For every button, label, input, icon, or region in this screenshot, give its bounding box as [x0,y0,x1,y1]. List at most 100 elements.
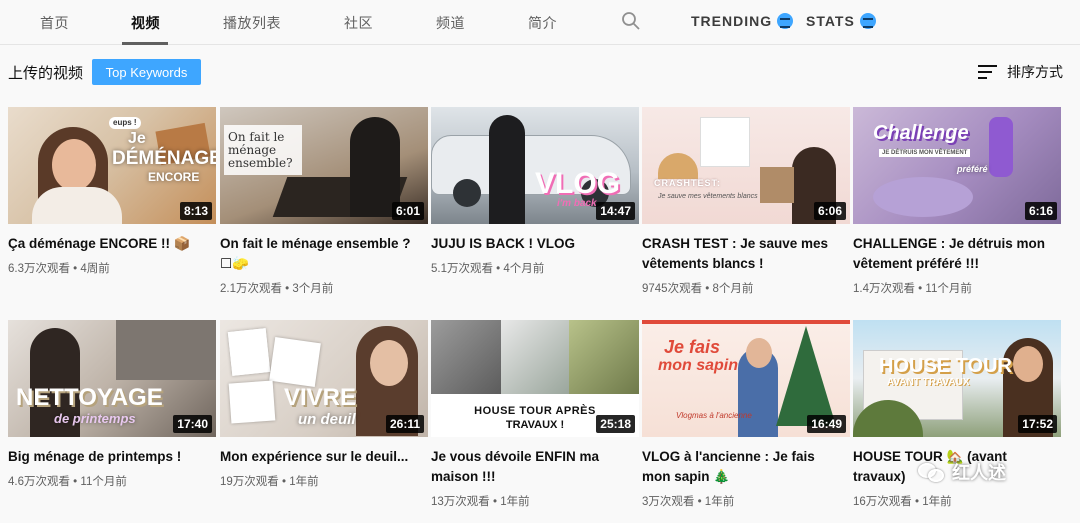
video-title[interactable]: CHALLENGE : Je détruis mon vêtement préfé… [853,234,1061,274]
thumb-text: eups ! [109,117,141,129]
video-title[interactable]: Je vous dévoile ENFIN ma maison !!! [431,447,639,487]
stats-badge-icon [859,13,876,29]
sort-label: 排序方式 [1007,64,1063,80]
video-title-line: mon sapin 🎄 [642,469,731,484]
thumb-text: Challenge [873,122,969,144]
video-duration: 17:40 [173,415,212,433]
thumb-text: ENCORE [148,170,200,184]
thumb-text: Je sauve mes vêtements blancs [658,193,758,200]
thumb-text: VIVRE [284,384,357,411]
thumb-text: Vlogmas à l'ancienne [676,411,752,420]
active-tab-indicator [122,42,168,45]
search-icon[interactable] [621,11,641,31]
video-title[interactable]: Mon expérience sur le deuil... [220,447,428,467]
video-duration: 8:13 [179,202,212,220]
video-duration: 16:49 [807,415,846,433]
stats-label: STATS [806,13,855,29]
trending-label: TRENDING [691,13,773,29]
video-title-line: VLOG à l'ancienne : Je fais [642,449,815,464]
video-thumbnail-6[interactable]: NETTOYAGE de printemps 17:40 [8,320,216,437]
video-thumbnail-2[interactable]: On fait le ménage ensemble? 6:01 [220,107,428,224]
video-meta: 13万次观看 • 1年前 [431,496,530,508]
thumb-text: DÉMÉNAGE [112,148,216,169]
thumb-text: Je fais [664,337,721,357]
video-card-1[interactable]: eups ! Je DÉMÉNAGE ENCORE 8:13 Ça déména… [8,107,216,276]
video-thumbnail-3[interactable]: VLOG i'm back 14:47 [431,107,639,224]
trending-badge-icon [777,13,794,29]
thumb-text: VLOG [535,167,621,200]
video-title-line: JUJU IS BACK ! VLOG [431,236,576,251]
video-card-9[interactable]: Je fais mon sapin Vlogmas à l'ancienne 1… [642,320,850,509]
tab-playlists[interactable]: 播放列表 [223,13,281,33]
video-card-5[interactable]: Challenge JE DÉTRUIS MON VÊTEMENT préfér… [853,107,1061,296]
top-keywords-button[interactable]: Top Keywords [92,59,201,85]
thumb-text: ménage [228,143,277,157]
thumb-text: AVANT TRAVAUX [887,377,970,388]
video-title-line: vêtements blancs ! [642,256,764,271]
video-duration: 17:52 [1018,415,1057,433]
stats-extension[interactable]: STATS [806,13,876,29]
video-title[interactable]: CRASH TEST : Je sauve mes vêtements blanc… [642,234,850,274]
video-thumbnail-9[interactable]: Je fais mon sapin Vlogmas à l'ancienne 1… [642,320,850,437]
video-thumbnail-4[interactable]: CRASHTEST: Je sauve mes vêtements blancs… [642,107,850,224]
video-title[interactable]: On fait le ménage ensemble ? ☐🧽 [220,234,428,274]
thumb-text: un deuil [298,411,356,428]
section-title: 上传的视频 [8,65,84,82]
video-thumbnail-7[interactable]: VIVRE un deuil 26:11 [220,320,428,437]
video-title[interactable]: Big ménage de printemps ! [8,447,216,467]
tab-community[interactable]: 社区 [344,13,373,33]
video-card-2[interactable]: On fait le ménage ensemble? 6:01 On fait… [220,107,428,296]
thumb-text: On fait le [228,130,285,144]
thumb-text: CRASHTEST: [654,178,722,188]
video-duration: 14:47 [596,202,635,220]
video-title-line: Mon expérience sur le deuil... [220,449,409,464]
video-card-6[interactable]: NETTOYAGE de printemps 17:40 Big ménage … [8,320,216,489]
sort-button[interactable]: 排序方式 [978,62,1063,82]
video-meta: 6.3万次观看 • 4周前 [8,263,110,275]
video-title-line: ☐🧽 [220,256,249,271]
tab-about[interactable]: 简介 [528,13,557,33]
tab-videos[interactable]: 视频 [131,13,160,33]
video-thumbnail-5[interactable]: Challenge JE DÉTRUIS MON VÊTEMENT préfér… [853,107,1061,224]
sort-icon [978,64,997,80]
video-title-line: CRASH TEST : Je sauve mes [642,236,829,251]
video-thumbnail-1[interactable]: eups ! Je DÉMÉNAGE ENCORE 8:13 [8,107,216,224]
thumb-text: mon sapin [658,357,739,374]
thumb-text: de printemps [54,411,136,426]
video-title-line: maison !!! [431,469,496,484]
video-title-line: vêtement préféré !!! [853,256,980,271]
video-card-7[interactable]: VIVRE un deuil 26:11 Mon expérience sur … [220,320,428,489]
thumb-text: i'm back [557,198,597,209]
channel-tabs: 首页 视频 播放列表 社区 频道 简介 TRENDING STATS [0,0,1080,45]
video-meta: 2.1万次观看 • 3个月前 [220,283,334,295]
video-meta: 5.1万次观看 • 4个月前 [431,263,545,275]
trending-extension[interactable]: TRENDING [691,13,794,29]
thumb-text: JE DÉTRUIS MON VÊTEMENT [879,149,971,157]
video-thumbnail-10[interactable]: HOUSE TOUR AVANT TRAVAUX 17:52 [853,320,1061,437]
video-title[interactable]: VLOG à l'ancienne : Je fais mon sapin 🎄 [642,447,850,487]
video-title[interactable]: JUJU IS BACK ! VLOG [431,234,639,254]
tab-home[interactable]: 首页 [40,13,69,33]
video-thumbnail-8[interactable]: HOUSE TOUR APRÈS TRAVAUX ! 25:18 [431,320,639,437]
video-title[interactable]: Ça déménage ENCORE !! 📦 [8,234,216,254]
video-card-8[interactable]: HOUSE TOUR APRÈS TRAVAUX ! 25:18 Je vous… [431,320,639,509]
video-meta: 9745次观看 • 8个月前 [642,283,754,295]
watermark-text: 红人述 [952,463,1006,483]
video-card-3[interactable]: VLOG i'm back 14:47 JUJU IS BACK ! VLOG … [431,107,639,276]
video-meta: 1.4万次观看 • 11个月前 [853,283,972,295]
thumb-text: préféré [957,164,988,174]
video-card-4[interactable]: CRASHTEST: Je sauve mes vêtements blancs… [642,107,850,296]
wechat-icon [918,461,946,483]
video-title-line: Je vous dévoile ENFIN ma [431,449,600,464]
video-title-line: On fait le ménage ensemble ? [220,236,411,251]
video-duration: 6:16 [1024,202,1057,220]
video-title-line: CHALLENGE : Je détruis mon [853,236,1046,251]
video-meta: 19万次观看 • 1年前 [220,476,319,488]
thumb-text: Je [128,130,146,147]
video-duration: 6:01 [391,202,424,220]
video-duration: 26:11 [385,415,424,433]
tab-channels[interactable]: 频道 [436,13,465,33]
video-meta: 4.6万次观看 • 11个月前 [8,476,127,488]
video-duration: 6:06 [813,202,846,220]
thumb-text: NETTOYAGE [16,384,163,411]
